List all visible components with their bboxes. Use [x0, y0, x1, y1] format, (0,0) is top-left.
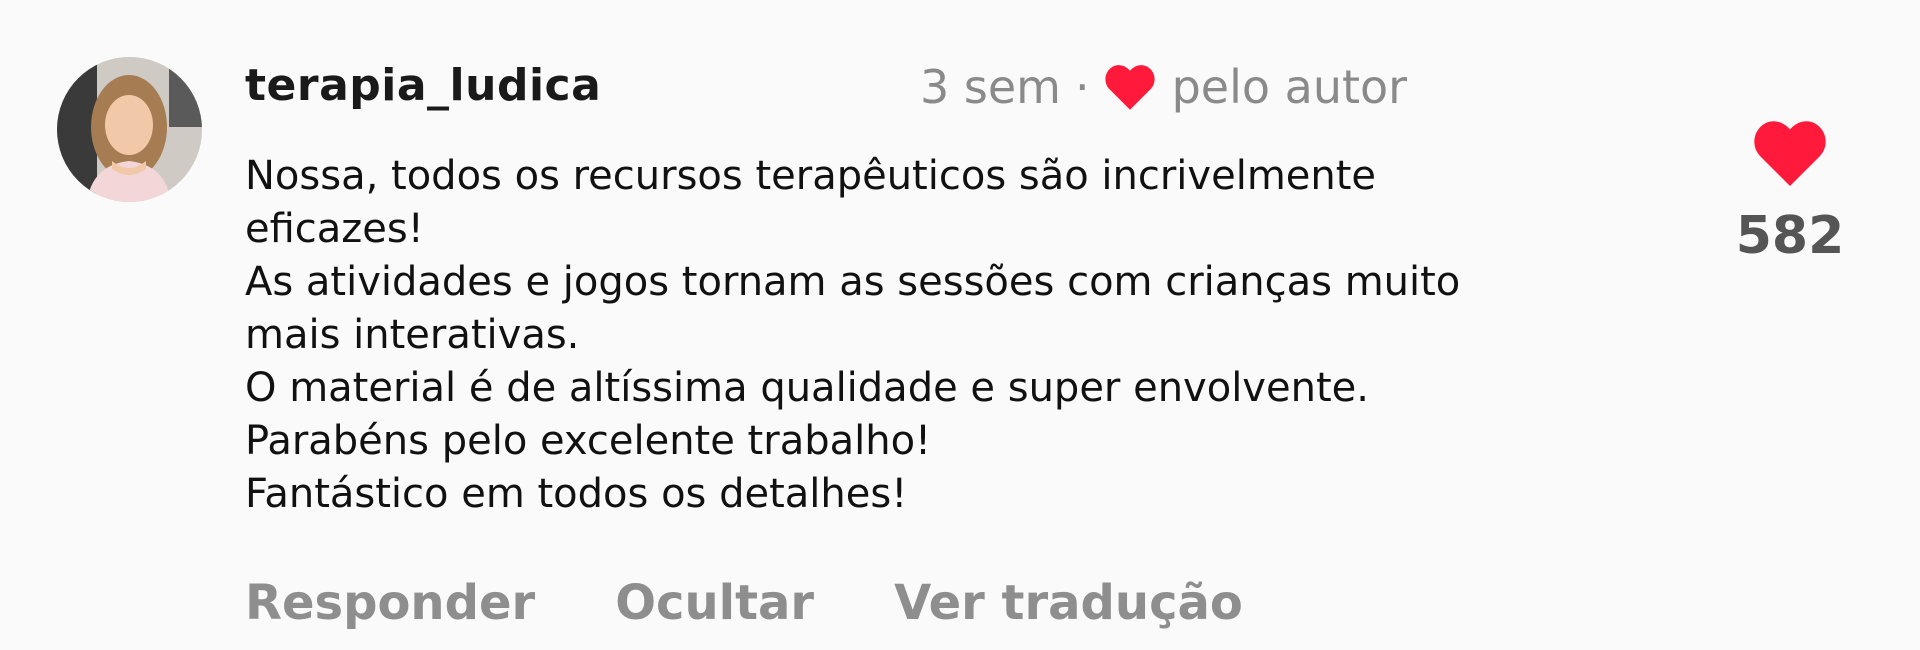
comment-line: O material é de altíssima qualidade e su… — [245, 365, 1369, 411]
comment-username[interactable]: terapia_ludica — [245, 60, 601, 111]
comment-item: terapia_ludica 3 sem · pelo autor Nossa,… — [0, 0, 1920, 650]
translate-button[interactable]: Ver tradução — [894, 575, 1243, 631]
reply-button[interactable]: Responder — [245, 575, 535, 631]
comment-line: As atividades e jogos tornam as sessões … — [245, 259, 1461, 305]
comment-meta: 3 sem · pelo autor — [920, 60, 1407, 114]
hide-button[interactable]: Ocultar — [615, 575, 814, 631]
like-control: 582 — [1730, 120, 1850, 266]
comment-line: Nossa, todos os recursos terapêuticos sã… — [245, 153, 1377, 199]
comment-time: 3 sem — [920, 60, 1061, 114]
comment-line: eficazes! — [245, 206, 424, 252]
heart-icon — [1105, 65, 1155, 110]
avatar-image — [57, 57, 202, 202]
comment-line: Fantástico em todos os detalhes! — [245, 471, 908, 517]
liked-by-author-label: pelo autor — [1171, 60, 1408, 114]
like-count: 582 — [1735, 206, 1845, 266]
comment-text: Nossa, todos os recursos terapêuticos sã… — [245, 150, 1565, 521]
comment-line: mais interativas. — [245, 312, 580, 358]
comment-actions: Responder Ocultar Ver tradução — [245, 575, 1243, 631]
meta-separator: · — [1074, 60, 1090, 114]
comment-line: Parabéns pelo excelente trabalho! — [245, 418, 932, 464]
like-heart-icon[interactable] — [1752, 120, 1828, 186]
avatar[interactable] — [57, 57, 202, 202]
